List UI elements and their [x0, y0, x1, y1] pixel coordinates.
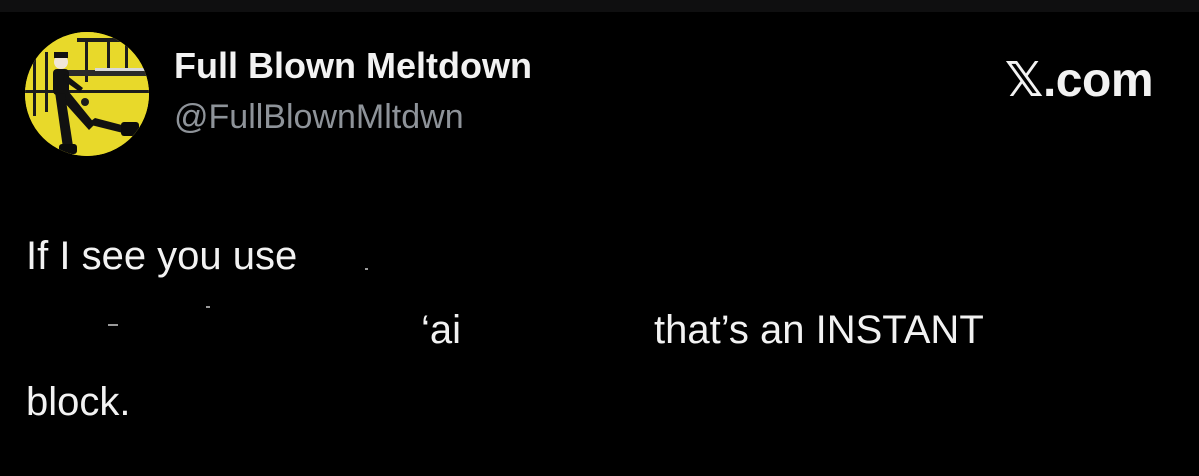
tweet-text-line-1: If I see you use [26, 234, 298, 278]
redaction-remnant [365, 268, 368, 270]
redaction-remnant [206, 306, 210, 308]
redaction-remnant [108, 324, 118, 326]
avatar-image [25, 32, 149, 156]
avatar[interactable] [25, 32, 149, 156]
tweet-text-line-2: that’s an INSTANT [654, 308, 984, 352]
tweet-text-fragment-ai: ‘ai [421, 308, 462, 352]
top-status-strip [0, 0, 1199, 12]
display-name[interactable]: Full Blown Meltdown [174, 48, 532, 84]
brand-domain: .com [1042, 54, 1154, 107]
brand-logo[interactable]: 𝕏.com [1005, 54, 1154, 107]
x-logo-icon: 𝕏 [1004, 52, 1044, 108]
user-handle[interactable]: @FullBlownMltdwn [174, 100, 464, 134]
tweet-text-line-3: block. [26, 380, 131, 424]
